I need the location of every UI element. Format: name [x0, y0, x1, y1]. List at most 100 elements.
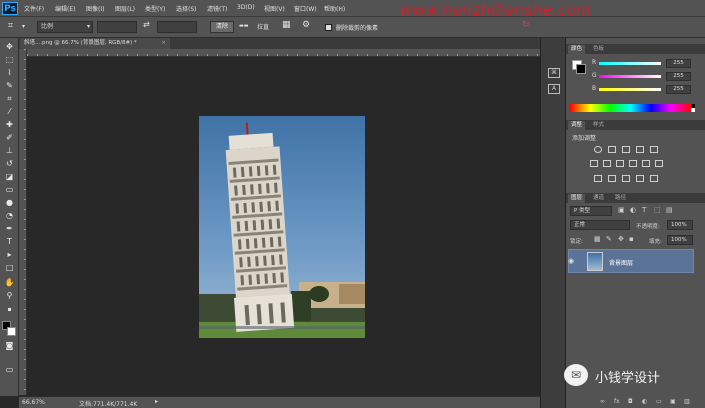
hand-tool-icon[interactable]: ✋: [4, 278, 15, 288]
group-icon[interactable]: ▭: [656, 398, 662, 405]
lasso-tool-icon[interactable]: ⌇: [4, 68, 15, 78]
vibrance-icon[interactable]: [650, 146, 658, 153]
posterize-icon[interactable]: [608, 175, 616, 182]
layer-row-background[interactable]: ◉ 背景图层: [568, 249, 694, 273]
eraser-tool-icon[interactable]: ◪: [4, 172, 15, 182]
channel-g-value[interactable]: 255: [666, 72, 691, 81]
menu-window[interactable]: 窗口(W): [294, 4, 317, 13]
menu-filter[interactable]: 滤镜(T): [207, 4, 227, 13]
filter-smart-icon[interactable]: ▤: [666, 206, 673, 214]
filter-type-icon[interactable]: T: [642, 206, 646, 214]
channel-g-slider[interactable]: [599, 75, 661, 78]
color-balance-icon[interactable]: [603, 160, 611, 167]
menu-view[interactable]: 视图(V): [264, 4, 285, 13]
color-spectrum[interactable]: [570, 104, 691, 112]
history-panel-icon[interactable]: ⌘: [548, 68, 560, 78]
history-brush-tool-icon[interactable]: ↺: [4, 159, 15, 169]
leaning-tower-image[interactable]: [199, 116, 365, 338]
brush-tool-icon[interactable]: ✐: [4, 133, 15, 143]
quick-mask-icon[interactable]: ◙: [4, 341, 15, 351]
threshold-icon[interactable]: [622, 175, 630, 182]
reset-icon[interactable]: ↻: [522, 20, 530, 30]
menu-file[interactable]: 文件(F): [24, 4, 44, 13]
tab-paths[interactable]: 路径: [612, 194, 629, 203]
link-layers-icon[interactable]: ∞: [600, 398, 605, 405]
lock-position-icon[interactable]: ✥: [618, 235, 624, 243]
hue-saturation-icon[interactable]: [590, 160, 598, 167]
photo-filter-icon[interactable]: [629, 160, 637, 167]
chevron-down-icon[interactable]: ▾: [22, 23, 25, 30]
channel-b-value[interactable]: 255: [666, 85, 691, 94]
background-color-swatch[interactable]: [7, 327, 16, 336]
color-background-swatch[interactable]: [576, 64, 586, 74]
new-layer-icon[interactable]: ▣: [670, 398, 676, 405]
selective-color-icon[interactable]: [636, 175, 644, 182]
menu-layer[interactable]: 图层(L): [115, 4, 135, 13]
marquee-tool-icon[interactable]: ⬚: [4, 55, 15, 65]
type-tool-icon[interactable]: T: [4, 237, 15, 247]
black-white-icon[interactable]: [616, 160, 624, 167]
brightness-icon[interactable]: [594, 146, 602, 153]
menu-3d[interactable]: 3D(D): [237, 4, 255, 11]
blend-mode-select[interactable]: 正常: [570, 220, 630, 230]
close-icon[interactable]: ×: [161, 38, 166, 49]
eyedropper-tool-icon[interactable]: ⁄: [4, 107, 15, 117]
mask-icon[interactable]: ◘: [628, 398, 633, 405]
zoom-level[interactable]: 66.67%: [22, 399, 45, 406]
curves-icon[interactable]: [622, 146, 630, 153]
layer-filter-select[interactable]: P 类型: [570, 206, 612, 216]
menu-image[interactable]: 图像(I): [86, 4, 104, 13]
tab-adjustments[interactable]: 调整: [568, 121, 586, 130]
channel-mixer-icon[interactable]: [642, 160, 650, 167]
quick-select-tool-icon[interactable]: ✎: [4, 81, 15, 91]
levels-icon[interactable]: [608, 146, 616, 153]
ratio-height-input[interactable]: [157, 21, 197, 33]
invert-icon[interactable]: [594, 175, 602, 182]
channel-r-value[interactable]: 255: [666, 59, 691, 68]
filter-adjust-icon[interactable]: ◐: [630, 206, 636, 214]
stamp-tool-icon[interactable]: ⊥: [4, 146, 15, 156]
ratio-select[interactable]: 比例 ▾: [37, 21, 93, 33]
tab-color[interactable]: 颜色: [568, 45, 586, 54]
channel-r-slider[interactable]: [599, 62, 661, 65]
tab-swatches[interactable]: 色板: [590, 45, 607, 54]
lock-pixels-icon[interactable]: ▦: [594, 235, 601, 243]
document-tab[interactable]: 斜塔....png @ 66.7% (背景图层, RGB/8#) * ×: [20, 38, 170, 49]
crop-tool-icon[interactable]: ⌗: [8, 21, 13, 31]
fx-icon[interactable]: fx: [614, 398, 620, 405]
menu-edit[interactable]: 编辑(E): [55, 4, 75, 13]
lock-all-icon[interactable]: ▪: [629, 235, 634, 243]
trash-icon[interactable]: ▥: [684, 398, 690, 405]
opacity-input[interactable]: 100%: [667, 220, 693, 230]
clear-button[interactable]: 清除: [210, 21, 234, 33]
exposure-icon[interactable]: [636, 146, 644, 153]
straighten-icon[interactable]: ▬▬: [239, 23, 248, 29]
fill-input[interactable]: 100%: [667, 235, 693, 245]
delete-cropped-checkbox[interactable]: [325, 24, 332, 31]
zoom-tool-icon[interactable]: ⚲: [4, 291, 15, 301]
gradient-map-icon[interactable]: [650, 175, 658, 182]
tab-styles[interactable]: 样式: [590, 121, 607, 130]
screen-mode-icon[interactable]: ▭: [4, 365, 15, 375]
color-lookup-icon[interactable]: [655, 160, 663, 167]
spectrum-white[interactable]: [691, 108, 695, 112]
crop-tool-icon[interactable]: ⌗: [4, 94, 15, 104]
path-select-tool-icon[interactable]: ▸: [4, 250, 15, 260]
pen-tool-icon[interactable]: ✒: [4, 224, 15, 234]
ratio-width-input[interactable]: [97, 21, 137, 33]
channel-b-slider[interactable]: [599, 88, 661, 91]
tab-channels[interactable]: 通道: [590, 194, 607, 203]
status-menu-arrow-icon[interactable]: ▸: [155, 398, 158, 405]
tab-layers[interactable]: 图层: [568, 194, 586, 203]
layer-name[interactable]: 背景图层: [609, 258, 633, 267]
eye-visibility-icon[interactable]: ◉: [568, 257, 574, 265]
blur-tool-icon[interactable]: ●: [4, 198, 15, 208]
properties-panel-icon[interactable]: A: [548, 84, 560, 94]
shape-tool-icon[interactable]: □: [4, 263, 15, 273]
filter-pixel-icon[interactable]: ▣: [618, 206, 625, 214]
color-reset-icon[interactable]: ▪: [4, 305, 15, 315]
dodge-tool-icon[interactable]: ◔: [4, 211, 15, 221]
menu-help[interactable]: 帮助(H): [324, 4, 345, 13]
swap-icon[interactable]: ⇄: [143, 20, 150, 29]
adjustment-layer-icon[interactable]: ◐: [642, 398, 647, 405]
